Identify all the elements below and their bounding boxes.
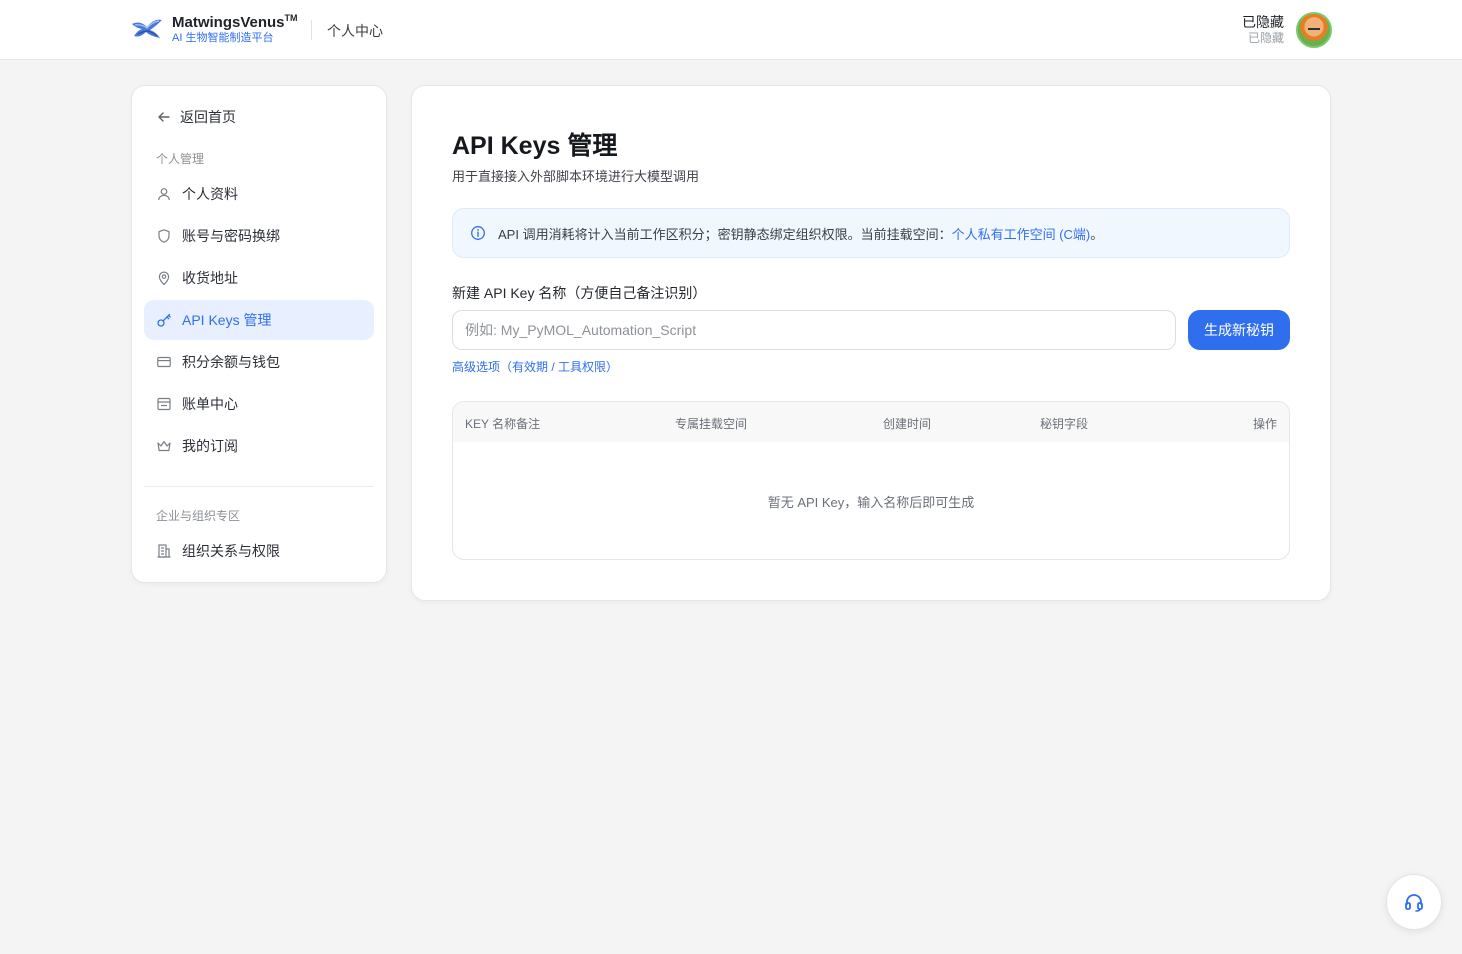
- sidebar-item-label: 个人资料: [182, 186, 238, 202]
- key-name-input[interactable]: [452, 310, 1176, 350]
- brand-logo-icon: [132, 19, 162, 38]
- sidebar-item-label: 积分余额与钱包: [182, 354, 280, 370]
- group-label-organization: 企业与组织专区: [156, 509, 241, 523]
- user-subtext: 已隐藏: [1247, 31, 1284, 46]
- brand-logo[interactable]: MatwingsVenusTM AI 生物智能制造平台: [130, 13, 298, 45]
- shield-icon: [158, 229, 170, 243]
- location-pin-icon: [158, 271, 170, 286]
- sidebar-item-label: API Keys 管理: [182, 312, 272, 328]
- table-header: KEY 名称备注 专属挂载空间 创建时间 秘钥字段 操作: [453, 402, 1289, 442]
- sidebar: 返回首页 个人管理 个人资料 账号与密码换绑 收货地址 API Keys 管理: [131, 85, 387, 583]
- sidebar-item-api-keys[interactable]: API Keys 管理: [144, 300, 374, 340]
- top-header: MatwingsVenusTM AI 生物智能制造平台 个人中心 已隐藏 已隐藏: [0, 0, 1462, 60]
- header-section-title: 个人中心: [327, 23, 383, 39]
- sidebar-item-subscription[interactable]: 我的订阅: [144, 426, 374, 466]
- billing-notice: API 调用消耗将计入当前工作区积分；密钥静态绑定组织权限。当前挂载空间： 个人…: [452, 208, 1290, 258]
- sidebar-item-label: 账单中心: [182, 396, 238, 412]
- header-divider: [311, 20, 312, 40]
- card-icon: [157, 356, 171, 368]
- sidebar-item-wallet[interactable]: 积分余额与钱包: [144, 342, 374, 382]
- sidebar-divider: [144, 486, 374, 487]
- column-header-actions: 操作: [1252, 417, 1277, 431]
- crown-icon: [157, 440, 171, 452]
- column-header-workspace: 专属挂载空间: [675, 417, 748, 431]
- brand-tagline: AI 生物智能制造平台: [172, 32, 274, 45]
- key-icon: [157, 313, 171, 327]
- notice-end: 。: [1090, 226, 1104, 242]
- api-keys-table: KEY 名称备注 专属挂载空间 创建时间 秘钥字段 操作 暂无 API Key，…: [452, 401, 1290, 560]
- avatar[interactable]: [1296, 12, 1332, 48]
- api-keys-panel: API Keys 管理 用于直接接入外部脚本环境进行大模型调用 API 调用消耗…: [411, 85, 1331, 601]
- page-subtitle: 用于直接接入外部脚本环境进行大模型调用: [452, 169, 700, 184]
- back-home-link[interactable]: 返回首页: [156, 107, 236, 127]
- support-button[interactable]: [1386, 874, 1442, 930]
- group-label-personal: 个人管理: [156, 152, 205, 166]
- column-header-key-name: KEY 名称备注: [465, 417, 541, 431]
- info-icon: [471, 226, 485, 240]
- key-name-label: 新建 API Key 名称（方便自己备注识别）: [452, 285, 707, 301]
- table-empty-state: 暂无 API Key，输入名称后即可生成: [767, 495, 975, 510]
- sidebar-item-address[interactable]: 收货地址: [144, 258, 374, 298]
- bill-icon: [157, 397, 171, 411]
- sidebar-item-profile[interactable]: 个人资料: [144, 174, 374, 214]
- sidebar-item-account-security[interactable]: 账号与密码换绑: [144, 216, 374, 256]
- column-header-secret: 秘钥字段: [1040, 417, 1089, 431]
- user-icon: [158, 188, 170, 201]
- page-title: API Keys 管理: [452, 132, 618, 160]
- back-home-label: 返回首页: [180, 109, 236, 125]
- user-menu[interactable]: 已隐藏 已隐藏: [1242, 12, 1332, 48]
- brand-name: MatwingsVenusTM: [172, 13, 298, 31]
- sidebar-item-billing[interactable]: 账单中心: [144, 384, 374, 424]
- workspace-link[interactable]: 个人私有工作空间 (C端): [952, 224, 1091, 243]
- column-header-created: 创建时间: [883, 417, 932, 431]
- notice-text: API 调用消耗将计入当前工作区积分；密钥静态绑定组织权限。当前挂载空间：: [498, 226, 952, 242]
- user-name: 已隐藏: [1242, 13, 1284, 30]
- building-icon: [157, 544, 171, 558]
- sidebar-item-label: 收货地址: [182, 270, 238, 286]
- generate-key-button[interactable]: 生成新秘钥: [1188, 310, 1290, 350]
- sidebar-item-label: 组织关系与权限: [182, 543, 280, 559]
- advanced-options-link[interactable]: 高级选项（有效期 / 工具权限）: [452, 358, 618, 375]
- sidebar-item-organization[interactable]: 组织关系与权限: [144, 531, 374, 571]
- sidebar-item-label: 我的订阅: [182, 438, 238, 454]
- arrow-left-icon: [158, 112, 170, 122]
- headset-icon: [1405, 894, 1423, 912]
- sidebar-item-label: 账号与密码换绑: [182, 228, 280, 244]
